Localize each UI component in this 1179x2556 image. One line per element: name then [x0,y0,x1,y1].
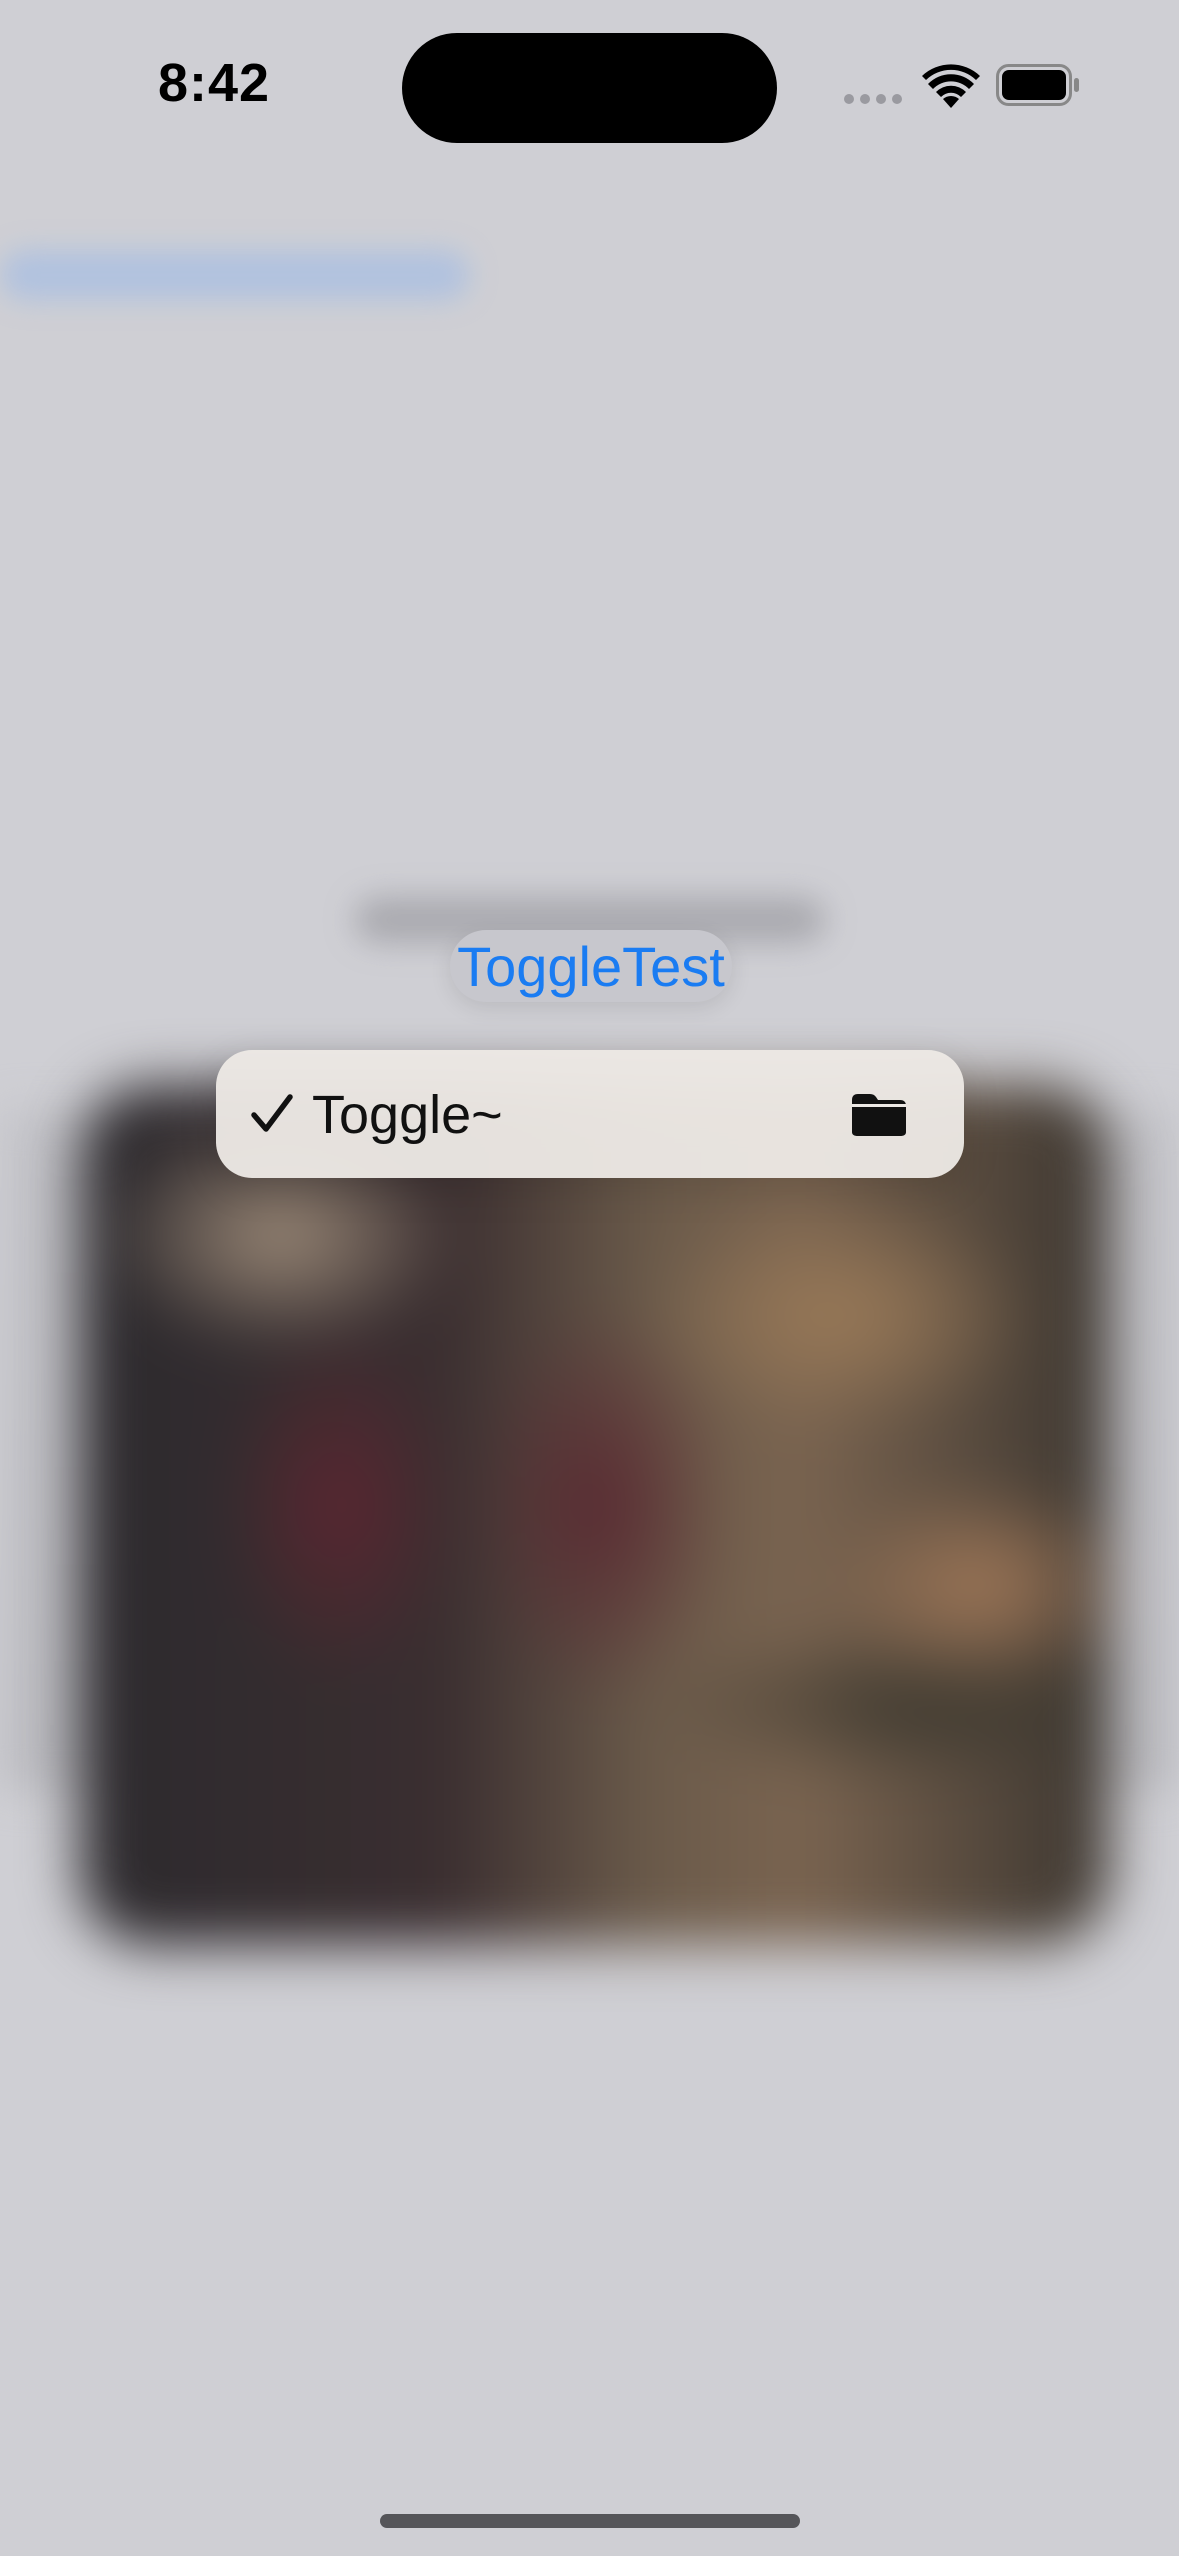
context-menu: Toggle~ [216,1050,964,1178]
battery-icon [996,64,1079,106]
checkmark-icon [251,1094,293,1132]
home-indicator[interactable] [380,2514,800,2528]
screen: 8:42 ToggleTest Toggle~ [0,0,1179,2556]
blurred-background-link [0,250,470,300]
status-bar-time: 8:42 [158,53,271,113]
toggle-test-title[interactable]: ToggleTest [450,934,732,999]
wifi-icon [922,64,980,108]
blurred-background-photo [80,1085,1110,1945]
dynamic-island [402,33,777,143]
menu-item-label: Toggle~ [312,1085,503,1145]
folder-icon [852,1094,906,1136]
cellular-signal-icon [844,94,904,106]
menu-item-toggle[interactable]: Toggle~ [216,1050,964,1178]
